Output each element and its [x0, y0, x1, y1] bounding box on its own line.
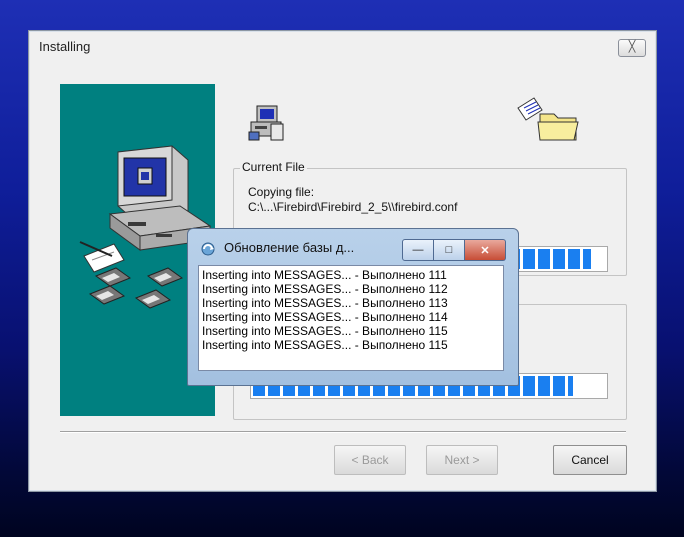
- copying-file-path: C:\...\Firebird\Firebird_2_5\\firebird.c…: [248, 200, 458, 214]
- back-button[interactable]: < Back: [334, 445, 406, 475]
- maximize-icon: □: [445, 244, 453, 256]
- window-title: Installing: [39, 39, 91, 54]
- cancel-button[interactable]: Cancel: [553, 445, 627, 475]
- next-button[interactable]: Next >: [426, 445, 498, 475]
- log-line: Inserting into MESSAGES... - Выполнено 1…: [202, 310, 448, 324]
- maximize-button[interactable]: □: [434, 239, 465, 261]
- database-update-icon: [201, 242, 215, 256]
- close-window-button[interactable]: ✕: [465, 239, 506, 261]
- log-line: Inserting into MESSAGES... - Выполнено 1…: [202, 282, 448, 296]
- log-line: Inserting into MESSAGES... - Выполнено 1…: [202, 324, 448, 338]
- log-line: Inserting into MESSAGES... - Выполнено 1…: [202, 268, 447, 282]
- database-update-title: Обновление базы д...: [224, 240, 355, 255]
- update-log-list[interactable]: Inserting into MESSAGES... - Выполнено 1…: [198, 265, 504, 371]
- folder-with-document-icon: [517, 97, 579, 141]
- minimize-icon: —: [412, 244, 424, 256]
- installer-program-icon: [248, 105, 284, 141]
- log-line: Inserting into MESSAGES... - Выполнено 1…: [202, 338, 448, 352]
- close-icon: ✕: [480, 244, 490, 257]
- current-file-legend: Current File: [240, 160, 307, 174]
- log-line: Inserting into MESSAGES... - Выполнено 1…: [202, 296, 448, 310]
- minimize-button[interactable]: —: [402, 239, 434, 261]
- copying-file-label: Copying file:: [248, 185, 315, 199]
- window-controls: — □ ✕: [402, 239, 506, 261]
- button-separator: [60, 431, 626, 433]
- close-button[interactable]: ╳: [618, 39, 646, 57]
- database-update-window: Обновление базы д... — □ ✕ Inserting int…: [187, 228, 519, 386]
